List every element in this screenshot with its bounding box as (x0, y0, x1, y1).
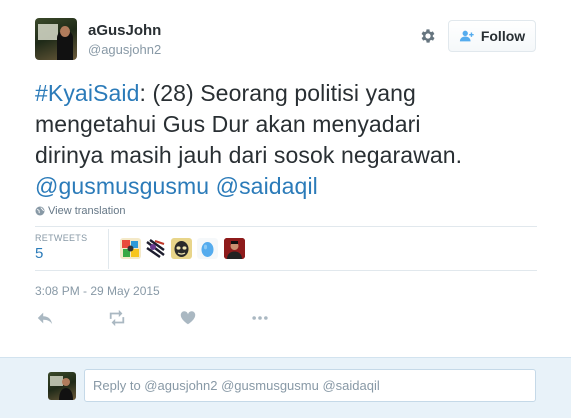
author-avatar[interactable] (35, 18, 77, 60)
reply-icon[interactable] (36, 309, 54, 327)
gear-icon[interactable] (419, 27, 437, 45)
tweet-text: #KyaiSaid: (28) Seorang politisi yang me… (35, 78, 555, 202)
more-icon[interactable] (251, 309, 269, 327)
globe-icon (35, 206, 45, 216)
retweeter-avatar-dark-lines-icon[interactable] (145, 238, 166, 259)
mention-link-saidaqil[interactable]: @saidaqil (216, 173, 318, 199)
retweeter-avatar-colorful-icon[interactable] (120, 238, 141, 259)
retweeter-avatar-egg-icon[interactable] (197, 238, 218, 259)
tweet-text-line3: dirinya masih jauh dari sosok negarawan. (35, 142, 463, 168)
current-user-avatar (48, 372, 76, 400)
view-translation-label: View translation (48, 205, 126, 217)
like-icon[interactable] (179, 309, 197, 327)
add-user-icon (459, 30, 474, 42)
tweet-text-line2: mengetahui Gus Dur akan menyadari (35, 111, 421, 137)
retweeter-avatar-person-icon[interactable] (224, 238, 245, 259)
follow-button-label: Follow (480, 28, 526, 44)
follow-button[interactable]: Follow (448, 20, 536, 52)
tweet-card: aGusJohn @agusjohn2 Follow #KyaiSaid: (2… (0, 0, 571, 357)
divider (35, 270, 537, 271)
author-handle[interactable]: @agusjohn2 (88, 42, 161, 57)
retweeter-avatar-mask-icon[interactable] (171, 238, 192, 259)
tweet-text-line1: : (28) Seorang politisi yang (139, 80, 416, 106)
retweets-count[interactable]: 5 (35, 245, 43, 262)
reply-bar: Reply to @agusjohn2 @gusmusgusmu @saidaq… (0, 357, 571, 418)
author-name[interactable]: aGusJohn (88, 22, 161, 39)
mention-link-gusmusgusmu[interactable]: @gusmusgusmu (35, 173, 209, 199)
divider (35, 226, 537, 227)
reply-input[interactable]: Reply to @agusjohn2 @gusmusgusmu @saidaq… (84, 369, 536, 402)
retweet-icon[interactable] (108, 309, 126, 327)
retweets-label: RETWEETS (35, 233, 88, 243)
tweet-timestamp[interactable]: 3:08 PM - 29 May 2015 (35, 284, 160, 298)
hashtag-link[interactable]: #KyaiSaid (35, 80, 139, 106)
stats-separator (108, 229, 109, 269)
view-translation-link[interactable]: View translation (35, 205, 125, 217)
